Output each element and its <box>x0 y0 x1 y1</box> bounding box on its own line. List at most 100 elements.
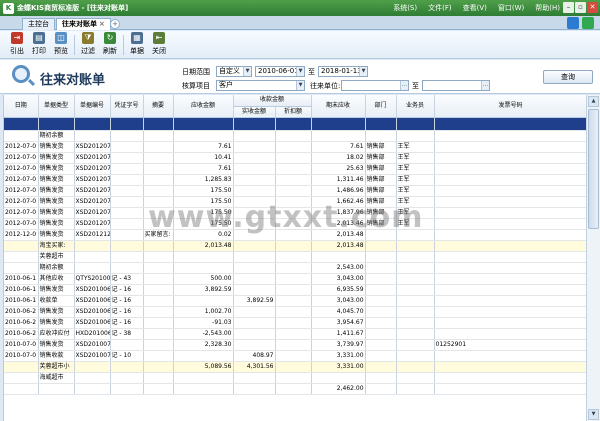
scrollbar-thumb[interactable] <box>588 109 599 229</box>
table-cell <box>365 328 397 340</box>
unit-to-label: 至 <box>412 82 419 90</box>
table-row[interactable]: 2012-07-0 销售发货 XSD201207 10.41 18.02 销售部 王军 <box>4 152 586 164</box>
table-cell: 175.50 <box>173 185 234 197</box>
document-button[interactable]: ▦ 单据 <box>126 32 148 58</box>
table-cell <box>396 284 435 296</box>
table-row[interactable]: 2010-06-1 其他应收 QTYS20100 记 - 43 500.00 3,043.… <box>4 273 586 285</box>
filter-button[interactable]: ⧩ 过滤 <box>77 32 99 58</box>
col-salesperson[interactable]: 业务员 <box>396 95 435 118</box>
kingdee-service-icon[interactable] <box>567 17 579 29</box>
online-service-icon[interactable] <box>582 17 594 29</box>
date-from-field[interactable]: 2010-06-01 ▼ <box>255 66 305 77</box>
table-row[interactable]: 2012-12-0 销售发货 XSD201212 买家留言: 0.02 2,013.48 <box>4 229 586 241</box>
table-row[interactable]: 2012-07-0 销售发货 XSD201207 175.50 1,486.96 销售部王… <box>4 185 586 197</box>
close-button[interactable]: ⇤ 关闭 <box>148 32 170 58</box>
vertical-scrollbar[interactable]: ▲ ▼ <box>586 95 600 421</box>
project-select[interactable]: 客户 ▼ <box>216 80 305 91</box>
table-row[interactable]: 2010-06-1 收款单 XSD201006 记 - 16 3,892.59 3,043… <box>4 295 586 307</box>
table-cell <box>275 240 312 252</box>
tab-main-console[interactable]: 主控台 <box>22 18 55 30</box>
table-row[interactable]: 2010-06-2 应收冲应付 HXD201006 记 - 38 -2,543.00 1,… <box>4 328 586 340</box>
table-cell <box>143 273 174 285</box>
col-ending-receivable[interactable]: 期末应收 <box>311 95 366 118</box>
preview-button[interactable]: ◫ 预览 <box>50 32 72 58</box>
table-cell <box>275 273 312 285</box>
table-cell: 3,331.00 <box>311 350 366 362</box>
col-voucher[interactable]: 凭证字号 <box>110 95 144 118</box>
table-row[interactable]: 芙蓉超市 <box>4 251 586 263</box>
table-cell <box>233 185 276 197</box>
table-cell <box>110 130 144 142</box>
table-row[interactable]: 海威超市 <box>4 372 586 384</box>
table-row[interactable]: 2012-07-0 销售发货 XSD201207 175.50 2,013.46 销售部王… <box>4 218 586 230</box>
table-row[interactable]: 2012-07-0 销售发货 XSD201207 7.61 25.63 销售部 王军 <box>4 163 586 175</box>
table-row[interactable] <box>4 117 586 131</box>
col-invoice-number[interactable]: 发票号码 <box>434 95 586 118</box>
unit-to-field[interactable]: … <box>422 80 490 91</box>
table-cell: 2,013.48 <box>311 229 366 241</box>
table-row[interactable]: 2010-07-0 销售发货 XSD201007 2,328.30 3,739.97 01… <box>4 339 586 351</box>
window-close-button[interactable]: ✕ <box>587 2 598 13</box>
new-tab-icon[interactable]: + <box>110 19 120 29</box>
menu-file[interactable]: 文件(F) <box>428 3 452 13</box>
print-button[interactable]: ▤ 打印 <box>28 32 50 58</box>
browse-icon[interactable]: … <box>481 81 489 90</box>
table-row[interactable]: 期初余额 2,543.00 <box>4 262 586 274</box>
col-doc-type[interactable]: 单据类型 <box>38 95 75 118</box>
table-cell: 3,892.59 <box>173 284 234 296</box>
table-row[interactable]: 2010-06-2 销售发货 XSD201006 记 - 16 -91.03 3,954.… <box>4 317 586 329</box>
table-cell <box>110 251 144 263</box>
refresh-button[interactable]: ↻ 刷新 <box>99 32 121 58</box>
col-department[interactable]: 部门 <box>365 95 397 118</box>
table-row[interactable]: 2012-07-0 销售发货 XSD201207 7.61 7.61 销售部 王军 <box>4 141 586 153</box>
table-cell <box>365 117 397 131</box>
table-row[interactable]: 淘宝买家: 2,013.48 2,013.48 <box>4 240 586 252</box>
minimize-button[interactable]: – <box>563 2 574 13</box>
table-cell <box>233 284 276 296</box>
scroll-up-icon[interactable]: ▲ <box>588 96 599 107</box>
menu-view[interactable]: 查看(V) <box>463 3 487 13</box>
col-doc-number[interactable]: 单据编号 <box>74 95 111 118</box>
tab-account-statement[interactable]: 往来对账单 × <box>56 18 111 30</box>
menu-system[interactable]: 系统(S) <box>393 3 417 13</box>
table-cell: -91.03 <box>173 317 234 329</box>
col-discount[interactable]: 折扣额 <box>275 106 312 118</box>
table-cell: 2012-07-0 <box>4 196 39 208</box>
table-cell <box>434 117 586 131</box>
table-cell: 芙蓉超市小 <box>38 361 75 373</box>
col-date[interactable]: 日期 <box>4 95 39 118</box>
table-row[interactable]: 2010-06-2 销售发货 XSD201006 记 - 16 1,002.70 4,04… <box>4 306 586 318</box>
table-row[interactable]: 2012-07-0 销售发货 XSD201207 175.50 1,662.46 销售部王… <box>4 196 586 208</box>
table-cell <box>365 273 397 285</box>
scroll-down-icon[interactable]: ▼ <box>588 409 599 420</box>
table-row[interactable]: 2012-07-0 销售发货 XSD201207 1,285.83 1,311.46 销售… <box>4 174 586 186</box>
unit-from-field[interactable]: … <box>341 80 409 91</box>
browse-icon[interactable]: … <box>400 81 408 90</box>
query-button[interactable]: 查询 <box>543 70 593 84</box>
table-cell <box>434 273 586 285</box>
col-received-amount[interactable]: 实收金额 <box>233 106 276 118</box>
table-row[interactable]: 期初余额 <box>4 130 586 142</box>
table-row[interactable]: 2010-07-0 销售收款 XSD201007 记 - 10 408.97 3,331.… <box>4 350 586 362</box>
table-row[interactable]: 芙蓉超市小 5,089.56 4,301.56 3,331.00 <box>4 361 586 373</box>
col-summary[interactable]: 摘要 <box>143 95 174 118</box>
menu-help[interactable]: 帮助(H) <box>535 3 560 13</box>
table-cell <box>110 185 144 197</box>
table-cell <box>434 383 586 395</box>
table-cell: 2,013.48 <box>173 240 234 252</box>
menu-window[interactable]: 窗口(W) <box>498 3 524 13</box>
table-cell: 2012-07-0 <box>4 207 39 219</box>
table-row[interactable]: 2,462.00 <box>4 383 586 395</box>
table-row[interactable]: 2012-07-0 销售发货 XSD201207 175.50 1,837.96 销售部王… <box>4 207 586 219</box>
table-cell <box>396 339 435 351</box>
col-receivable[interactable]: 应收金额 <box>173 95 234 118</box>
tab-close-icon[interactable]: × <box>99 20 105 28</box>
table-cell <box>396 328 435 340</box>
date-mode-select[interactable]: 自定义 ▼ <box>216 66 252 77</box>
table-cell <box>275 328 312 340</box>
export-button[interactable]: ⇥ 引出 <box>6 32 28 58</box>
date-to-field[interactable]: 2018-01-13 ▼ <box>318 66 368 77</box>
maximize-button[interactable]: ▫ <box>575 2 586 13</box>
table-row[interactable]: 2010-06-1 销售发货 XSD201006 记 - 16 3,892.59 6,93… <box>4 284 586 296</box>
table-cell: 2012-07-0 <box>4 163 39 175</box>
